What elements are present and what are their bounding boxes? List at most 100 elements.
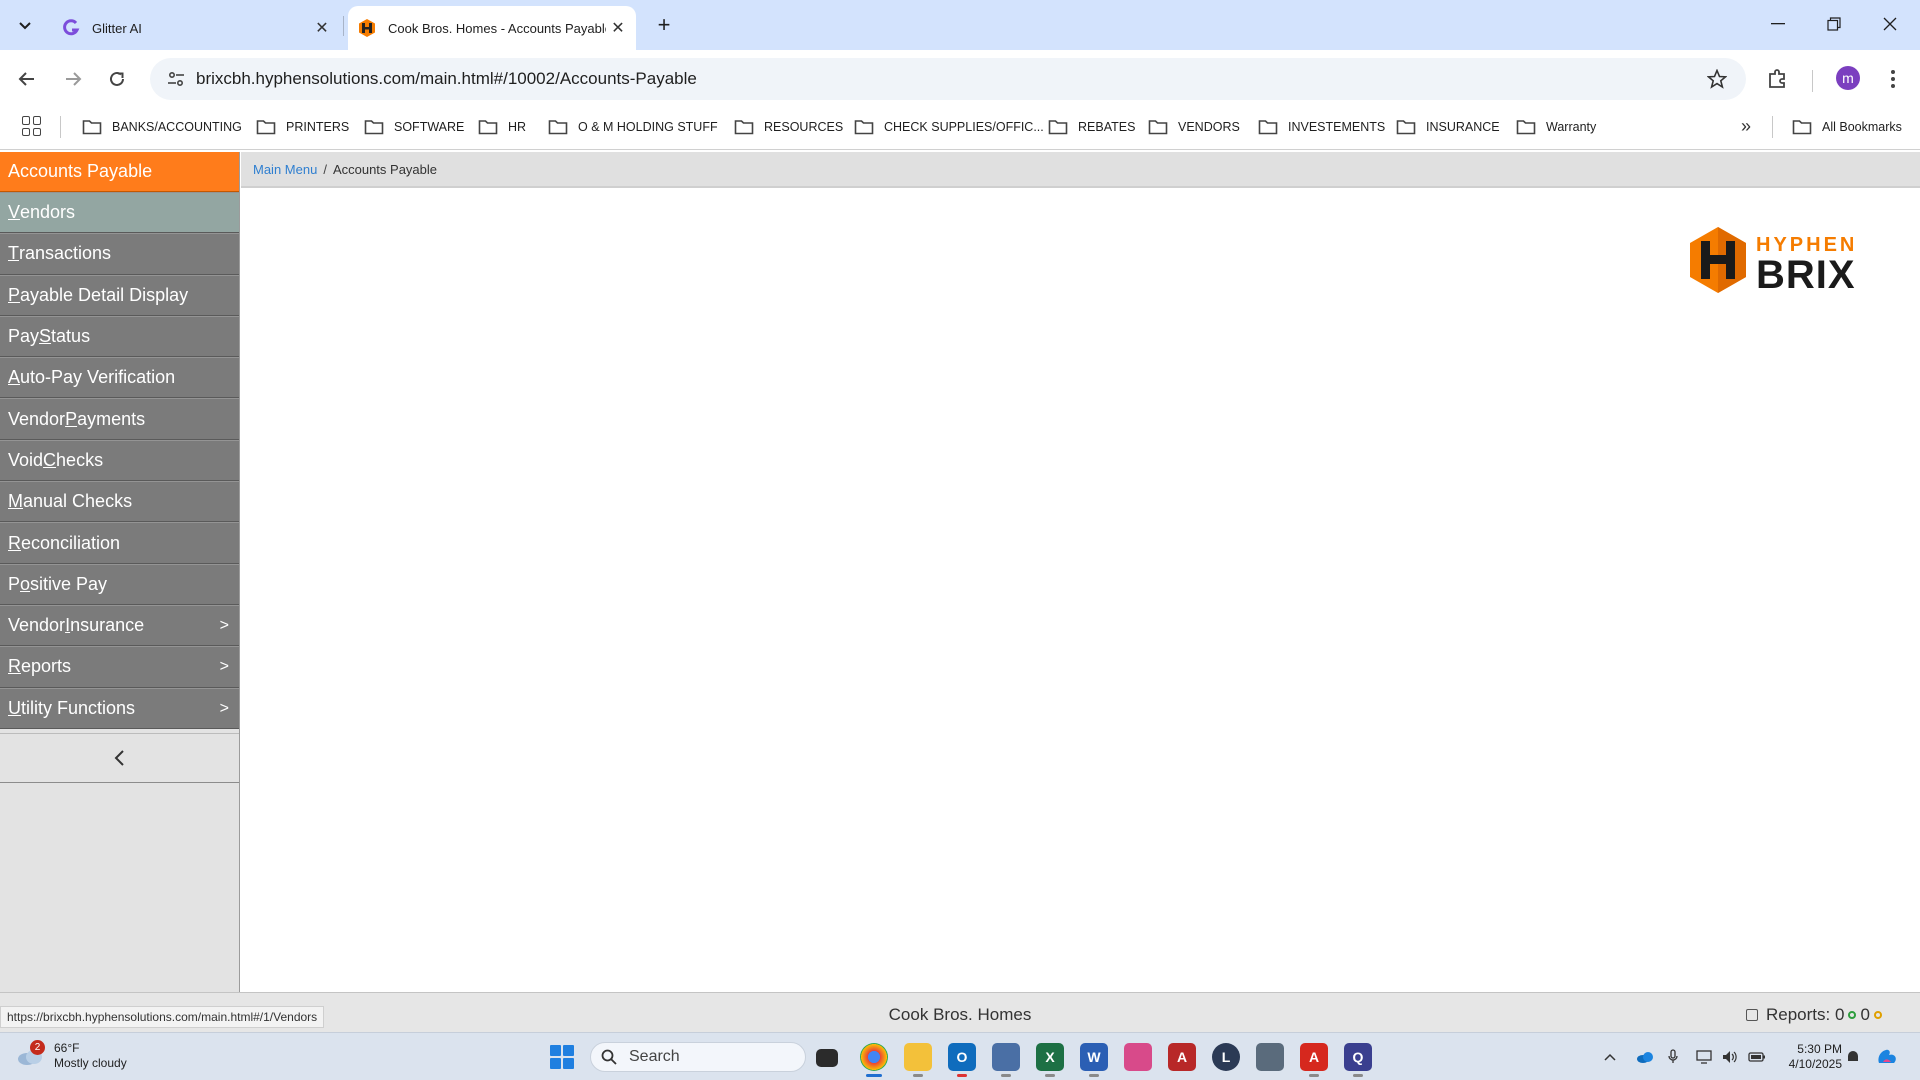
bookmark-label: VENDORS xyxy=(1178,120,1240,134)
breadcrumb-main-menu-link[interactable]: Main Menu xyxy=(253,162,317,177)
new-tab-button[interactable]: + xyxy=(650,11,678,39)
app-l-icon[interactable]: L xyxy=(1212,1043,1240,1071)
bookmark-folder[interactable]: INSURANCE xyxy=(1396,113,1500,141)
menu-label-part: Vendor xyxy=(8,615,66,636)
chevron-left-icon xyxy=(114,750,124,766)
site-info-icon[interactable] xyxy=(156,59,196,99)
tab-search-button[interactable] xyxy=(9,11,41,39)
access-icon[interactable]: A xyxy=(1168,1043,1196,1071)
bookmark-folder[interactable]: REBATES xyxy=(1048,113,1135,141)
bookmark-label: O & M HOLDING STUFF xyxy=(578,120,718,134)
hyphen-brix-logo: HYPHEN BRIX xyxy=(1690,227,1855,294)
menu-item-vendors[interactable]: Vendors xyxy=(0,192,239,234)
menu-item-reconciliation[interactable]: Reconciliation xyxy=(0,522,239,564)
network-icon[interactable] xyxy=(1696,1047,1712,1067)
notification-bell-icon[interactable] xyxy=(1846,1047,1860,1067)
menu-label-part: tatus xyxy=(51,326,91,347)
task-view-icon[interactable] xyxy=(816,1049,838,1067)
more-bookmarks-button[interactable]: » xyxy=(1734,114,1758,138)
forward-icon[interactable] xyxy=(56,62,90,96)
reports-status[interactable]: Reports: 0 0 xyxy=(1746,1005,1882,1025)
back-icon[interactable] xyxy=(10,62,44,96)
menu-item-auto-pay-verification[interactable]: Auto-Pay Verification xyxy=(0,357,239,399)
bookmark-folder[interactable]: SOFTWARE xyxy=(364,113,464,141)
profile-avatar[interactable]: m xyxy=(1836,66,1860,90)
tab-accounts-payable[interactable]: Cook Bros. Homes - Accounts Payable ✕ xyxy=(348,6,636,50)
bookmark-folder[interactable]: Warranty xyxy=(1516,113,1596,141)
menu-item-utility-functions[interactable]: Utility Functions > xyxy=(0,687,239,729)
close-tab-icon[interactable]: ✕ xyxy=(606,16,630,40)
menu-header-accounts-payable[interactable]: Accounts Payable xyxy=(0,152,239,192)
close-tab-icon[interactable]: ✕ xyxy=(310,16,334,40)
bookmark-folder[interactable]: CHECK SUPPLIES/OFFIC... xyxy=(854,113,1044,141)
menu-label-part: P xyxy=(8,573,21,594)
bookmark-label: INSURANCE xyxy=(1426,120,1500,134)
menu-label-part: tility Functions xyxy=(21,697,136,718)
bookmark-folder[interactable]: HR xyxy=(478,113,526,141)
address-bar[interactable]: brixcbh.hyphensolutions.com/main.html#/1… xyxy=(150,58,1746,100)
menu-item-reports[interactable]: Reports > xyxy=(0,646,239,688)
hyphen-brix-favicon-icon xyxy=(358,19,376,37)
url-text[interactable]: brixcbh.hyphensolutions.com/main.html#/1… xyxy=(196,69,697,89)
bookmark-label: Warranty xyxy=(1546,120,1597,134)
apps-grid-icon[interactable] xyxy=(22,116,42,136)
folder-icon xyxy=(82,120,102,135)
tab-glitter-ai[interactable]: Glitter AI ✕ xyxy=(50,6,340,50)
pc-settings-icon[interactable] xyxy=(992,1043,1020,1077)
windows-start-icon[interactable] xyxy=(550,1045,574,1069)
chrome-icon[interactable] xyxy=(860,1043,888,1077)
bookmark-label: BANKS/ACCOUNTING xyxy=(112,120,242,134)
menu-item-manual-checks[interactable]: Manual Checks xyxy=(0,481,239,523)
search-app-icon[interactable]: Q xyxy=(1344,1043,1372,1077)
bookmark-folder[interactable]: PRINTERS xyxy=(256,113,349,141)
acrobat-icon[interactable]: A xyxy=(1300,1043,1328,1077)
reload-icon[interactable] xyxy=(100,62,134,96)
bookmark-label: SOFTWARE xyxy=(394,120,465,134)
yellow-status-icon xyxy=(1873,1011,1882,1019)
all-bookmarks-button[interactable]: All Bookmarks xyxy=(1792,113,1902,141)
snipping-tool-icon[interactable] xyxy=(1124,1043,1152,1071)
menu-item-pay-status[interactable]: Pay Status xyxy=(0,315,239,358)
bookmark-label: INVESTEMENTS xyxy=(1288,120,1386,134)
browser-menu-icon[interactable] xyxy=(1884,64,1902,94)
search-icon xyxy=(601,1049,617,1065)
collapse-sidebar-button[interactable] xyxy=(0,732,239,783)
weather-widget[interactable]: 2 66°F Mostly cloudy xyxy=(16,1040,127,1071)
reports-count-2: 0 xyxy=(1860,1005,1870,1024)
microphone-icon[interactable] xyxy=(1668,1047,1678,1067)
word-icon[interactable]: W xyxy=(1080,1043,1108,1077)
taskbar-search-box[interactable]: Search xyxy=(590,1042,806,1072)
folder-icon xyxy=(1148,120,1168,135)
menu-label-part: sitive Pay xyxy=(30,573,108,594)
menu-item-vendor-insurance[interactable]: Vendor Insurance > xyxy=(0,604,239,647)
bookmark-folder[interactable]: BANKS/ACCOUNTING xyxy=(82,113,242,141)
bookmark-folder[interactable]: RESOURCES xyxy=(734,113,843,141)
minimize-icon[interactable] xyxy=(1758,8,1798,40)
calculator-icon[interactable] xyxy=(1256,1043,1284,1071)
copilot-icon[interactable] xyxy=(1874,1047,1900,1067)
menu-item-payable-detail-display[interactable]: Payable Detail Display xyxy=(0,274,239,316)
menu-item-transactions[interactable]: Transactions xyxy=(0,233,239,275)
volume-icon[interactable] xyxy=(1722,1047,1738,1067)
bookmark-folder[interactable]: O & M HOLDING STUFF xyxy=(548,113,718,141)
close-window-icon[interactable] xyxy=(1870,8,1910,40)
extensions-icon[interactable] xyxy=(1766,66,1792,92)
bookmark-star-icon[interactable] xyxy=(1706,68,1728,90)
bookmark-folder[interactable]: VENDORS xyxy=(1148,113,1240,141)
breadcrumb-current: Accounts Payable xyxy=(332,161,438,177)
restore-icon[interactable] xyxy=(1814,8,1854,40)
menu-hotkey: o xyxy=(20,573,31,594)
menu-item-positive-pay[interactable]: Po sitive Pay xyxy=(0,563,239,605)
onedrive-icon[interactable] xyxy=(1636,1047,1654,1067)
menu-item-vendor-payments[interactable]: Vendor Payments xyxy=(0,398,239,440)
file-explorer-icon[interactable] xyxy=(904,1043,932,1077)
bookmark-folder[interactable]: INVESTEMENTS xyxy=(1258,113,1385,141)
menu-item-void-checks[interactable]: Void Checks xyxy=(0,439,239,482)
show-hidden-icons-icon[interactable] xyxy=(1604,1047,1616,1067)
system-clock[interactable]: 5:30 PM 4/10/2025 xyxy=(1780,1042,1842,1072)
sidebar-menu: Accounts Payable Vendors Transactions Pa… xyxy=(0,152,240,992)
outlook-icon[interactable]: O xyxy=(948,1043,976,1077)
battery-icon[interactable] xyxy=(1748,1047,1766,1067)
folder-icon xyxy=(1396,120,1416,135)
excel-icon[interactable]: X xyxy=(1036,1043,1064,1077)
